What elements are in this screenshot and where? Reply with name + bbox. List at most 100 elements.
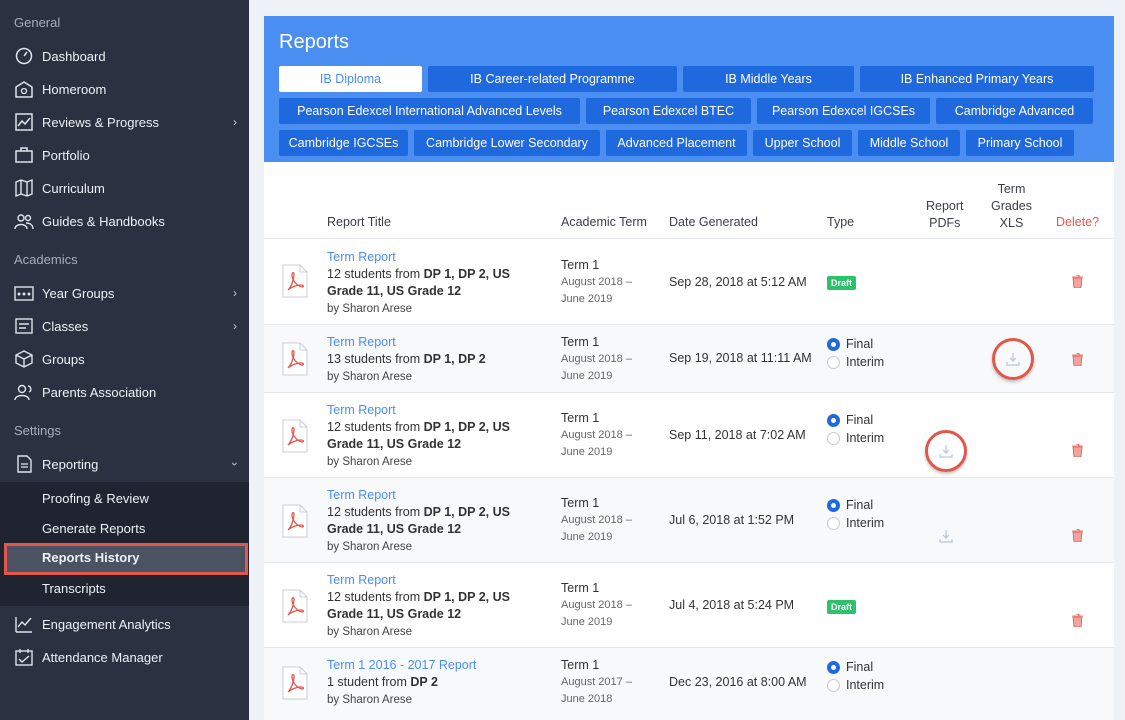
tab-cambridge-advanced[interactable]: Cambridge Advanced bbox=[936, 98, 1093, 124]
radio-final[interactable]: Final bbox=[827, 496, 884, 514]
column-header-delete: Delete? bbox=[1056, 215, 1100, 229]
status-badge: Draft bbox=[827, 276, 857, 290]
sidebar-item-label: Generate Reports bbox=[42, 521, 146, 536]
table-row: Term Report 12 students from DP 1, DP 2,… bbox=[264, 562, 1114, 648]
sidebar-item-classes[interactable]: Classes › bbox=[0, 311, 249, 341]
trash-icon[interactable] bbox=[1072, 529, 1083, 542]
radio-final[interactable]: Final bbox=[827, 411, 884, 429]
sidebar-item-engagement-analytics[interactable]: Engagement Analytics bbox=[0, 609, 249, 639]
radio-label: Final bbox=[846, 413, 874, 427]
trash-icon[interactable] bbox=[1072, 353, 1083, 366]
radio-interim[interactable]: Interim bbox=[827, 429, 884, 447]
sidebar-item-generate-reports[interactable]: Generate Reports bbox=[0, 514, 249, 542]
sidebar-item-homeroom[interactable]: Homeroom bbox=[0, 74, 249, 104]
term-range-start: August 2018 – bbox=[561, 276, 632, 288]
radio-interim[interactable]: Interim bbox=[827, 514, 884, 532]
sidebar-item-label: Curriculum bbox=[42, 181, 105, 196]
reports-header: Reports IB Diploma IB Career-related Pro… bbox=[264, 16, 1114, 162]
sidebar-item-label: Guides & Handbooks bbox=[42, 214, 165, 229]
chevron-down-icon: › bbox=[228, 462, 242, 466]
sidebar-item-curriculum[interactable]: Curriculum bbox=[0, 173, 249, 203]
sidebar-item-label: Attendance Manager bbox=[42, 650, 163, 665]
report-link[interactable]: Term 1 2016 - 2017 Report bbox=[327, 657, 537, 674]
radio-label: Final bbox=[846, 660, 874, 674]
radio-final[interactable]: Final bbox=[827, 335, 884, 353]
radio-button[interactable] bbox=[827, 355, 840, 369]
trash-icon[interactable] bbox=[1072, 614, 1083, 627]
chevron-right-icon: › bbox=[233, 115, 237, 129]
sidebar: General Dashboard Homeroom Reviews & Pro… bbox=[0, 0, 249, 720]
report-author: by Sharon Arese bbox=[327, 694, 413, 706]
report-link[interactable]: Term Report bbox=[327, 402, 537, 419]
download-icon[interactable] bbox=[1006, 352, 1020, 366]
chevron-right-icon: › bbox=[233, 286, 237, 300]
sidebar-item-guides-handbooks[interactable]: Guides & Handbooks bbox=[0, 206, 249, 236]
radio-interim[interactable]: Interim bbox=[827, 676, 884, 694]
trash-icon[interactable] bbox=[1072, 275, 1083, 288]
term-range-start: August 2017 – bbox=[561, 676, 632, 688]
sidebar-item-label: Parents Association bbox=[42, 385, 157, 400]
sidebar-item-proofing-review[interactable]: Proofing & Review bbox=[0, 484, 249, 512]
sidebar-item-label: Proofing & Review bbox=[42, 491, 149, 506]
radio-button[interactable] bbox=[827, 413, 840, 427]
tab-upper-school[interactable]: Upper School bbox=[753, 130, 852, 156]
radio-label: Final bbox=[846, 337, 874, 351]
tab-ib-career-related[interactable]: IB Career-related Programme bbox=[428, 66, 677, 92]
tab-middle-school[interactable]: Middle School bbox=[858, 130, 960, 156]
tab-pearson-btec[interactable]: Pearson Edexcel BTEC bbox=[586, 98, 751, 124]
report-title-cell: Term 1 2016 - 2017 Report 1 student from… bbox=[327, 657, 537, 709]
tab-advanced-placement[interactable]: Advanced Placement bbox=[606, 130, 747, 156]
term-range-start: August 2018 – bbox=[561, 514, 632, 526]
report-students-groups: DP 2 bbox=[410, 675, 438, 689]
tab-ib-diploma[interactable]: IB Diploma bbox=[279, 66, 422, 92]
report-title-cell: Term Report 12 students from DP 1, DP 2,… bbox=[327, 572, 537, 641]
table-row: Term Report 12 students from DP 1, DP 2,… bbox=[264, 238, 1114, 325]
sidebar-item-reviews-progress[interactable]: Reviews & Progress › bbox=[0, 107, 249, 137]
sidebar-item-year-groups[interactable]: Year Groups › bbox=[0, 278, 249, 308]
sidebar-item-portfolio[interactable]: Portfolio bbox=[0, 140, 249, 170]
sidebar-item-reports-history[interactable]: Reports History bbox=[4, 543, 248, 575]
tab-cambridge-lower-secondary[interactable]: Cambridge Lower Secondary bbox=[414, 130, 600, 156]
tab-primary-school[interactable]: Primary School bbox=[966, 130, 1074, 156]
section-title-general: General bbox=[14, 15, 61, 30]
trash-icon[interactable] bbox=[1072, 444, 1083, 457]
radio-button[interactable] bbox=[827, 660, 840, 674]
table-row: Term Report 13 students from DP 1, DP 2 … bbox=[264, 324, 1114, 393]
report-link[interactable]: Term Report bbox=[327, 572, 537, 589]
report-students-prefix: 12 students from bbox=[327, 420, 424, 434]
sidebar-item-attendance-manager[interactable]: Attendance Manager bbox=[0, 642, 249, 672]
report-link[interactable]: Term Report bbox=[327, 249, 537, 266]
report-students-groups: DP 1, DP 2 bbox=[423, 352, 486, 366]
radio-button[interactable] bbox=[827, 337, 840, 351]
report-students-prefix: 1 student from bbox=[327, 675, 411, 689]
sidebar-item-dashboard[interactable]: Dashboard bbox=[0, 41, 249, 71]
download-icon[interactable] bbox=[939, 529, 953, 543]
tab-ib-enhanced-primary[interactable]: IB Enhanced Primary Years bbox=[860, 66, 1094, 92]
radio-button[interactable] bbox=[827, 431, 840, 445]
sidebar-item-reporting[interactable]: Reporting › bbox=[0, 449, 249, 479]
pdf-file-icon bbox=[282, 666, 308, 700]
radio-button[interactable] bbox=[827, 678, 840, 692]
radio-interim[interactable]: Interim bbox=[827, 353, 884, 371]
sidebar-item-label: Reports History bbox=[42, 550, 140, 565]
dashboard-icon bbox=[15, 47, 33, 65]
report-link[interactable]: Term Report bbox=[327, 334, 537, 351]
report-students-prefix: 12 students from bbox=[327, 505, 424, 519]
column-header-xls-line: Term bbox=[997, 182, 1026, 196]
sidebar-item-groups[interactable]: Groups bbox=[0, 344, 249, 374]
radio-button[interactable] bbox=[827, 498, 840, 512]
tab-cambridge-igcse[interactable]: Cambridge IGCSEs bbox=[279, 130, 408, 156]
report-students-prefix: 12 students from bbox=[327, 267, 424, 281]
tab-pearson-ial[interactable]: Pearson Edexcel International Advanced L… bbox=[279, 98, 580, 124]
academic-term-cell: Term 1 August 2018 – June 2019 bbox=[561, 334, 632, 385]
sidebar-item-transcripts[interactable]: Transcripts bbox=[0, 574, 249, 602]
tab-ib-middle-years[interactable]: IB Middle Years bbox=[683, 66, 854, 92]
radio-button[interactable] bbox=[827, 516, 840, 530]
type-radio-group: Final Interim bbox=[827, 658, 884, 694]
radio-final[interactable]: Final bbox=[827, 658, 884, 676]
report-title-cell: Term Report 13 students from DP 1, DP 2 … bbox=[327, 334, 537, 386]
tab-pearson-igcse[interactable]: Pearson Edexcel IGCSEs bbox=[757, 98, 930, 124]
report-link[interactable]: Term Report bbox=[327, 487, 537, 504]
sidebar-item-parents-association[interactable]: Parents Association bbox=[0, 377, 249, 407]
download-icon[interactable] bbox=[939, 444, 953, 458]
